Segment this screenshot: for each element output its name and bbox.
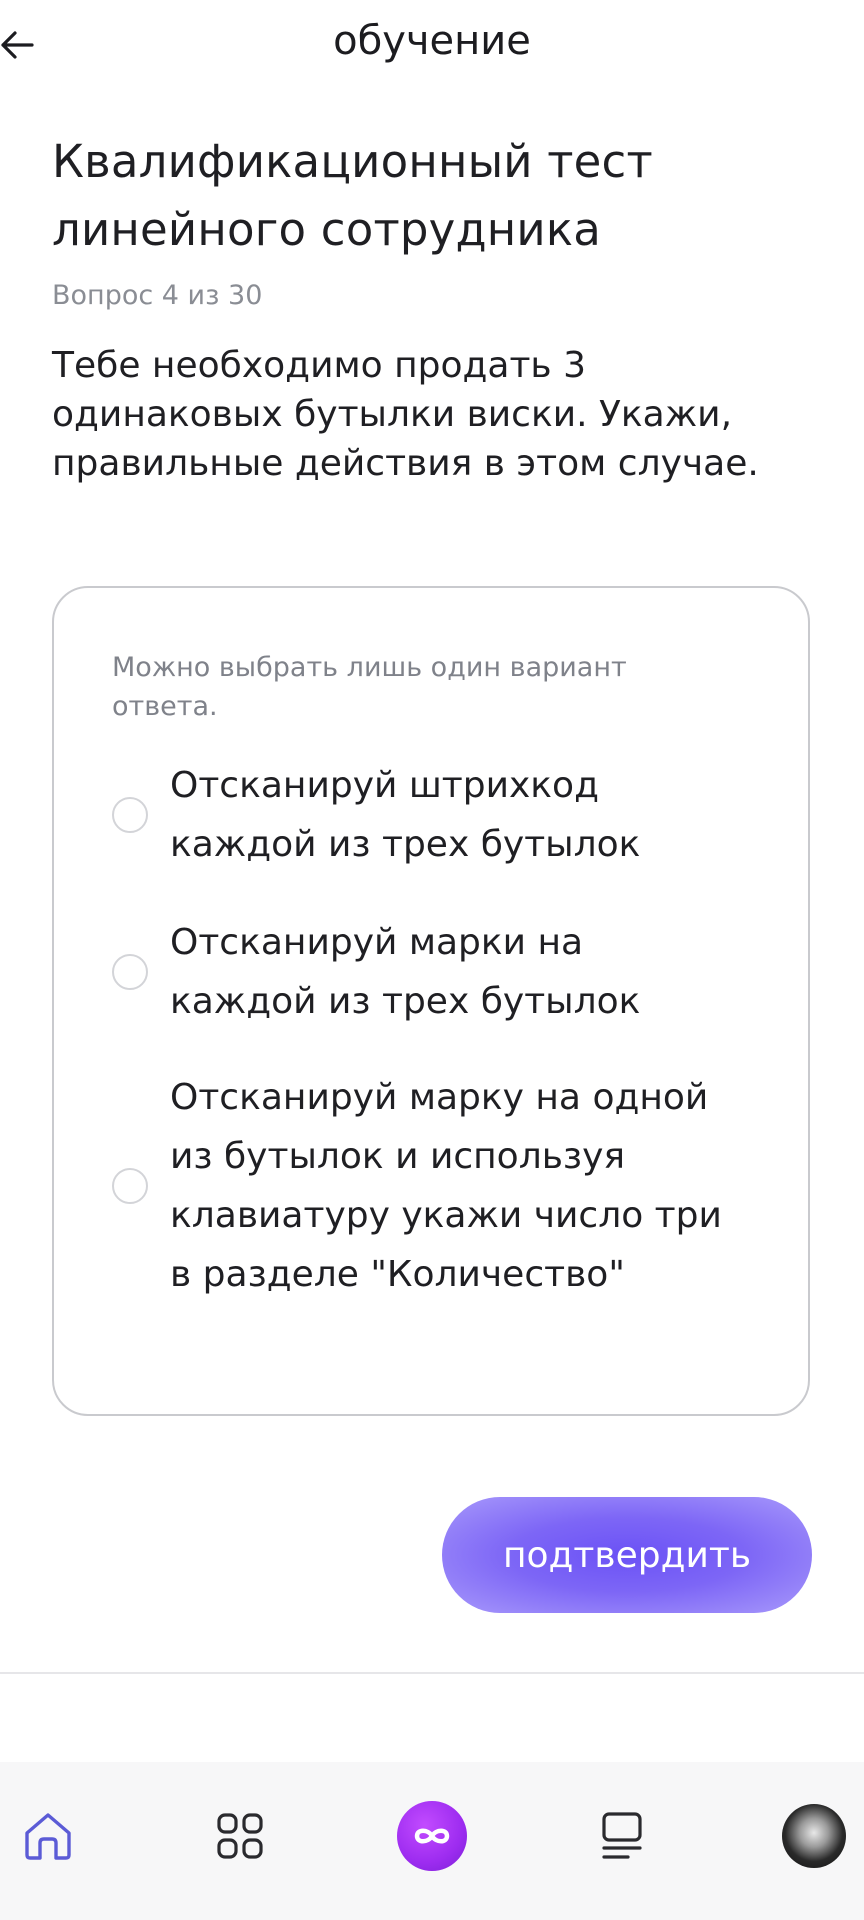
- answer-option-label: Отсканируй штрихкод каждой из трех бутыл…: [170, 765, 641, 865]
- nav-list[interactable]: [586, 1800, 658, 1872]
- radio-button[interactable]: [112, 1168, 148, 1204]
- avatar: [782, 1804, 846, 1868]
- answer-option[interactable]: Отсканируй марку на одной из бутылок и и…: [112, 1068, 772, 1304]
- bottom-nav: [0, 1762, 864, 1920]
- answer-hint: Можно выбрать лишь один вариант ответа.: [112, 652, 627, 722]
- infinity-icon: [414, 1828, 450, 1844]
- answer-option[interactable]: Отсканируй штрихкод каждой из трех бутыл…: [112, 756, 772, 874]
- test-title: Квалификационный тест линейного сотрудни…: [52, 135, 653, 256]
- radio-button[interactable]: [112, 954, 148, 990]
- nav-home[interactable]: [12, 1800, 84, 1872]
- radio-button[interactable]: [112, 797, 148, 833]
- nav-profile[interactable]: [778, 1800, 850, 1872]
- answer-option-label: Отсканируй марки на каждой из трех бутыл…: [170, 922, 641, 1022]
- home-icon: [25, 1813, 71, 1860]
- answer-option-label: Отсканируй марку на одной из бутылок и и…: [170, 1077, 722, 1295]
- apps-grid-icon: [217, 1813, 263, 1859]
- page-title: обучение: [333, 18, 531, 64]
- list-icon: [602, 1812, 642, 1859]
- nav-apps[interactable]: [204, 1800, 276, 1872]
- header: обучение: [0, 0, 864, 92]
- answer-option[interactable]: Отсканируй марки на каждой из трех бутыл…: [112, 913, 772, 1031]
- question-text: Тебе необходимо продать 3 одинаковых бут…: [52, 345, 759, 484]
- center-button-bg: [397, 1801, 467, 1871]
- nav-center-button[interactable]: [396, 1800, 468, 1872]
- divider: [0, 1672, 864, 1674]
- answer-card: Можно выбрать лишь один вариант ответа. …: [52, 586, 810, 1416]
- confirm-button[interactable]: подтвердить: [442, 1497, 812, 1613]
- question-progress: Вопрос 4 из 30: [52, 280, 263, 311]
- test-content: Квалификационный тест линейного сотрудни…: [52, 128, 812, 488]
